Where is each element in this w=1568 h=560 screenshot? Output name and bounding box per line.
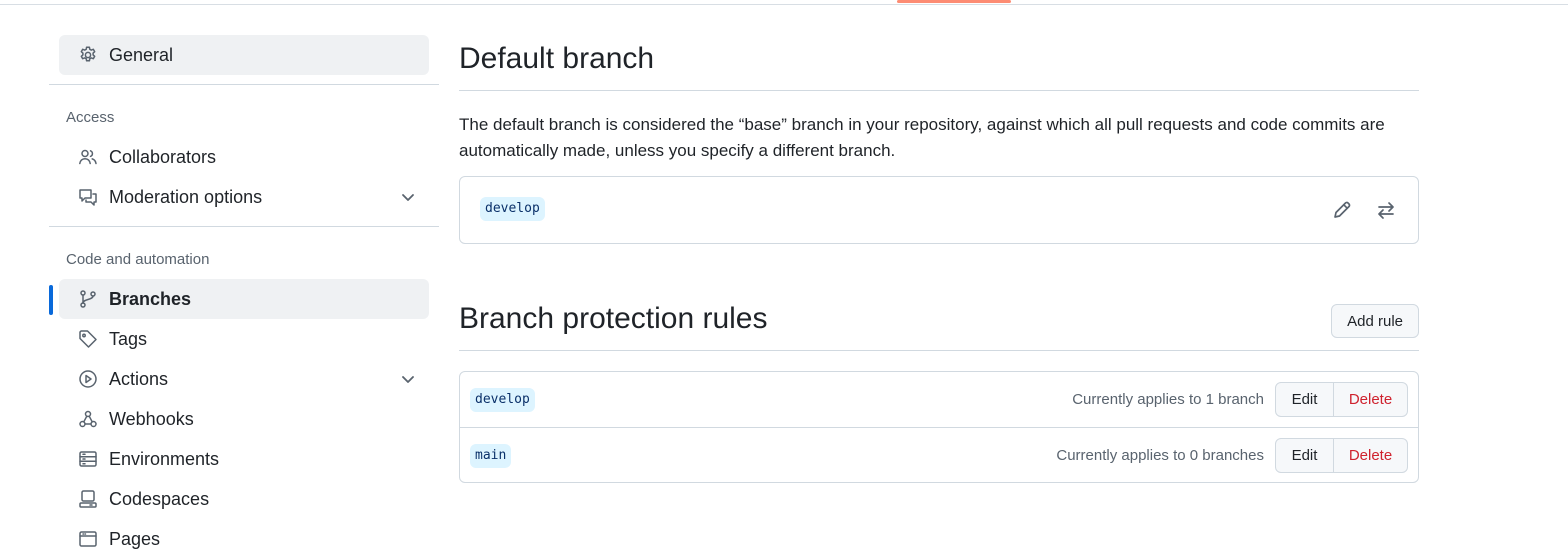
sidebar-item-label: Actions: [109, 368, 169, 389]
rule-row: develop Currently applies to 1 branch Ed…: [460, 372, 1418, 427]
arrow-switch-icon[interactable]: [1375, 199, 1399, 223]
sidebar-item-label: Moderation options: [109, 186, 263, 207]
section-divider: [459, 350, 1419, 351]
sidebar-item-webhooks[interactable]: Webhooks: [59, 399, 429, 439]
sidebar-item-label: Codespaces: [109, 488, 210, 509]
server-icon: [78, 449, 98, 469]
default-branch-title: Default branch: [459, 42, 655, 75]
selected-tab-underline: [897, 0, 1011, 3]
default-branch-name: develop: [480, 197, 545, 221]
rule-actions: Edit Delete: [1275, 382, 1408, 417]
rule-applies-text: Currently applies to 0 branches: [1056, 447, 1264, 464]
codespaces-icon: [78, 489, 98, 509]
sidebar-item-label: Pages: [109, 528, 161, 549]
branch-protection-title: Branch protection rules: [459, 302, 768, 335]
main-content: Default branch The default branch is con…: [459, 40, 1419, 483]
sidebar-item-label: General: [109, 44, 174, 65]
tag-icon: [78, 329, 98, 349]
sidebar-group-title-code-and-automation: Code and automation: [66, 251, 210, 268]
rule-actions: Edit Delete: [1275, 438, 1408, 473]
sidebar-item-label: Environments: [109, 448, 220, 469]
sidebar-item-general[interactable]: General: [59, 35, 429, 75]
default-branch-box: develop: [459, 176, 1419, 244]
add-rule-button[interactable]: Add rule: [1331, 304, 1419, 338]
people-icon: [78, 147, 98, 167]
browser-icon: [78, 529, 98, 549]
rule-applies-text: Currently applies to 1 branch: [1072, 391, 1264, 408]
delete-rule-button[interactable]: Delete: [1334, 382, 1408, 417]
play-icon: [78, 369, 98, 389]
sidebar-item-actions[interactable]: Actions: [59, 359, 429, 399]
git-branch-icon: [78, 289, 98, 309]
sidebar-item-collaborators[interactable]: Collaborators: [59, 137, 429, 177]
sidebar-divider: [49, 84, 439, 85]
active-indicator: [49, 285, 53, 315]
sidebar-item-tags[interactable]: Tags: [59, 319, 429, 359]
sidebar-group-title-access: Access: [66, 109, 115, 126]
sidebar-item-pages[interactable]: Pages: [59, 519, 429, 559]
chevron-down-icon[interactable]: [399, 188, 417, 206]
comment-discussion-icon: [78, 187, 98, 207]
edit-rule-button[interactable]: Edit: [1275, 438, 1334, 473]
edit-rule-button[interactable]: Edit: [1275, 382, 1334, 417]
sidebar-item-label: Tags: [109, 328, 148, 349]
rule-row: main Currently applies to 0 branches Edi…: [460, 427, 1418, 482]
sidebar-item-label: Branches: [109, 288, 192, 309]
sidebar-item-codespaces[interactable]: Codespaces: [59, 479, 429, 519]
sidebar-item-environments[interactable]: Environments: [59, 439, 429, 479]
rule-pattern: develop: [470, 388, 535, 412]
section-divider: [459, 90, 1419, 91]
settings-sidebar: General Access Collaborators Moderation …: [49, 35, 439, 559]
sidebar-item-moderation-options[interactable]: Moderation options: [59, 177, 429, 217]
delete-rule-button[interactable]: Delete: [1334, 438, 1408, 473]
default-branch-description: The default branch is considered the “ba…: [459, 115, 1385, 160]
protection-rules-list: develop Currently applies to 1 branch Ed…: [459, 371, 1419, 483]
chevron-down-icon[interactable]: [399, 370, 417, 388]
rule-pattern: main: [470, 444, 512, 468]
sidebar-item-label: Webhooks: [109, 408, 194, 429]
sidebar-item-label: Collaborators: [109, 146, 217, 167]
gear-icon: [78, 45, 98, 65]
sidebar-item-branches[interactable]: Branches: [49, 279, 429, 319]
top-nav-border: [0, 0, 1568, 5]
branch-protection-header: Branch protection rules Add rule: [459, 300, 1419, 350]
sidebar-divider: [49, 226, 439, 227]
pencil-icon[interactable]: [1331, 199, 1355, 223]
webhook-icon: [78, 409, 98, 429]
